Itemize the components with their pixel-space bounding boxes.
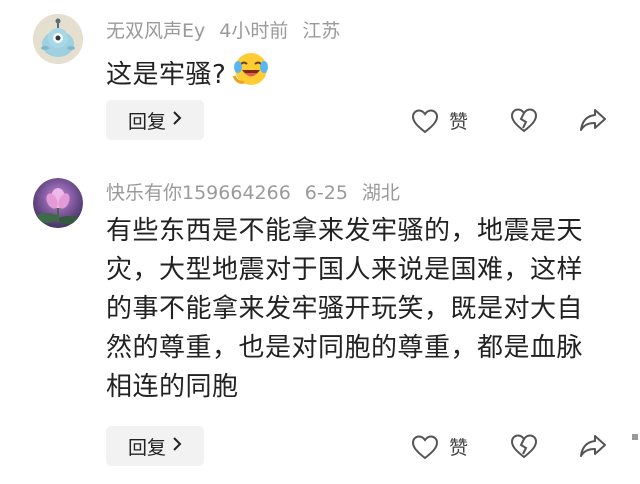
share-button[interactable]: [579, 107, 607, 133]
dislike-button[interactable]: [510, 107, 538, 133]
share-arrow-icon: [579, 433, 607, 459]
like-label: 赞: [449, 111, 469, 133]
timestamp: 4小时前: [219, 20, 289, 42]
avatar[interactable]: [33, 178, 83, 228]
chevron-right-icon: [172, 436, 182, 457]
broken-heart-icon: [510, 107, 538, 133]
username[interactable]: 快乐有你159664266: [106, 182, 291, 204]
timestamp: 6-25: [304, 182, 348, 204]
avatar[interactable]: [33, 14, 83, 64]
comment-meta: 快乐有你159664266 6-25 湖北: [106, 181, 414, 205]
comment-meta: 无双风声Ey 4小时前 江苏: [106, 19, 354, 43]
like-button[interactable]: 赞: [411, 433, 468, 460]
share-button[interactable]: [579, 433, 607, 459]
username[interactable]: 无双风声Ey: [106, 20, 205, 42]
flower-avatar-icon: [33, 178, 83, 228]
location: 湖北: [361, 182, 400, 204]
dislike-button[interactable]: [510, 433, 538, 459]
heart-outline-icon: [411, 434, 439, 460]
laughing-crying-emoji-icon: [232, 50, 270, 100]
broken-heart-icon: [510, 433, 538, 459]
share-arrow-icon: [579, 107, 607, 133]
location: 江苏: [302, 20, 341, 42]
comment-text: 这是牢骚?: [106, 50, 606, 100]
like-label: 赞: [449, 437, 469, 459]
chevron-right-icon: [172, 110, 182, 131]
reply-button[interactable]: 回复: [106, 426, 204, 466]
comment-list: 无双风声Ey 4小时前 江苏 这是牢骚? 回复 赞 快乐有你159664266 …: [0, 0, 640, 484]
alien-avatar-icon: [33, 14, 83, 64]
like-button[interactable]: 赞: [411, 107, 468, 134]
heart-outline-icon: [411, 108, 439, 134]
comment-text: 有些东西是不能拿来发牢骚的，地震是天灾，大型地震对于国人来说是国难，这样的事不能…: [106, 216, 584, 402]
scrollbar[interactable]: [632, 434, 638, 440]
reply-button[interactable]: 回复: [106, 100, 204, 140]
